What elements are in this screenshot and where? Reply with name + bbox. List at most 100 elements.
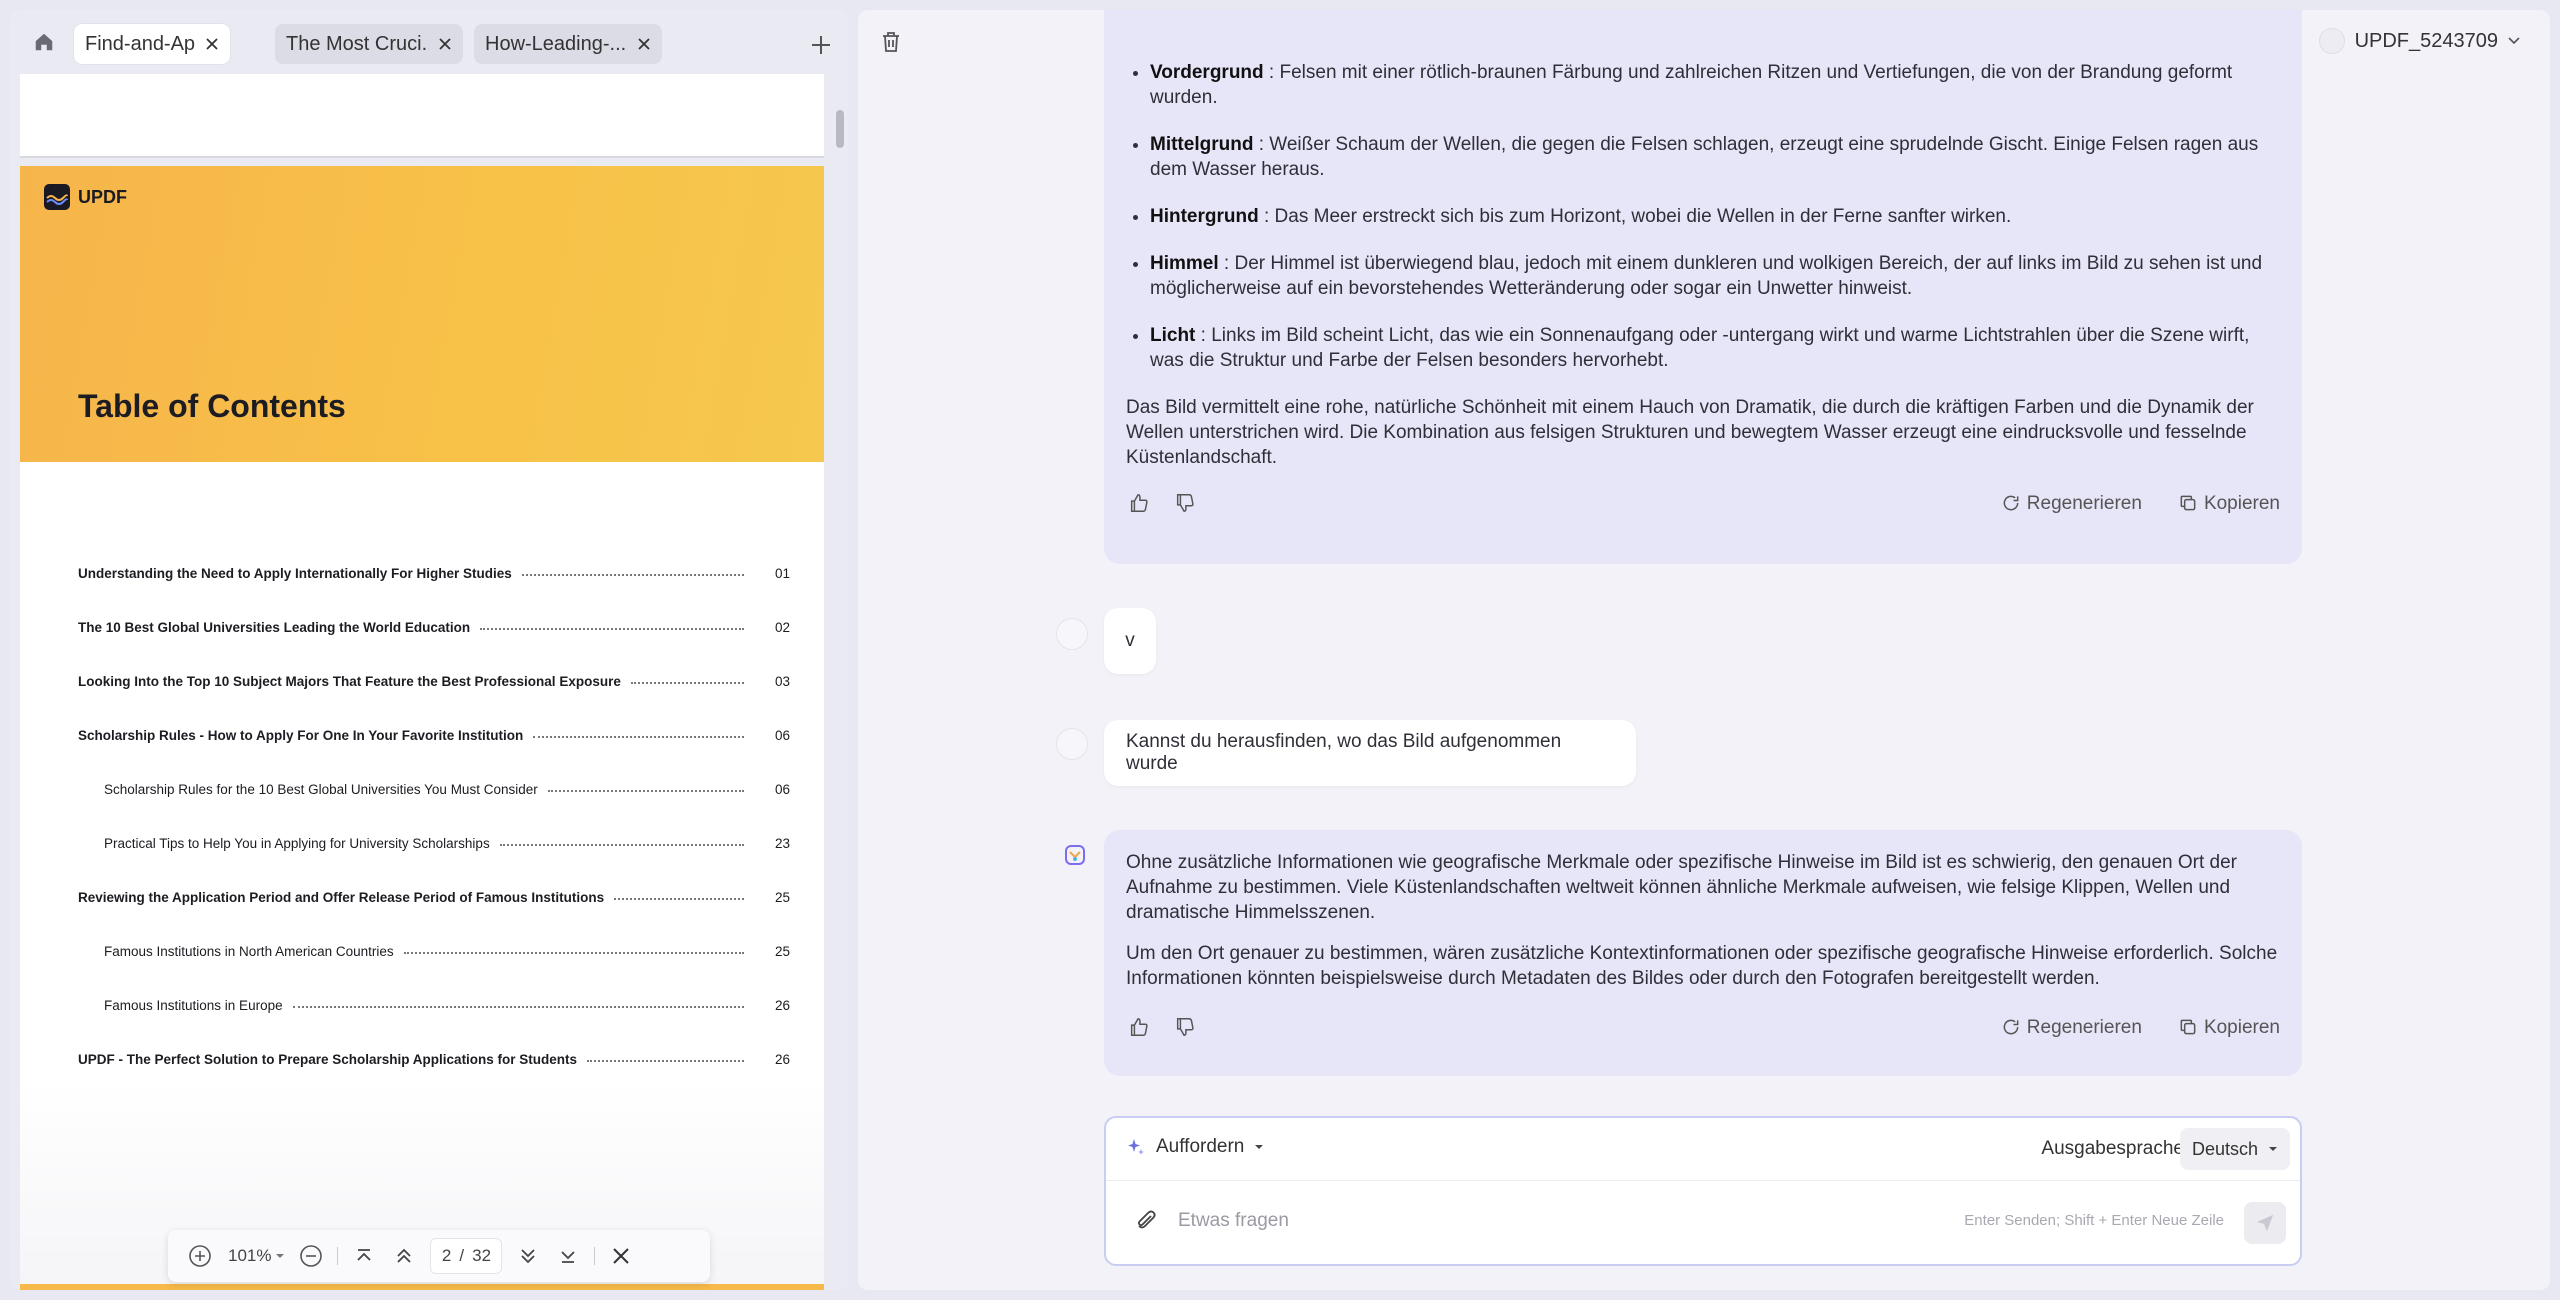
document-viewport[interactable]: UPDF Table of Contents Understanding the… xyxy=(20,74,834,1290)
composer-toolbar: Auffordern Ausgabesprache Deutsch xyxy=(1106,1118,2300,1181)
close-icon[interactable] xyxy=(437,36,453,52)
send-button[interactable] xyxy=(2244,1202,2286,1244)
bullet-text: : Links im Bild scheint Licht, das wie e… xyxy=(1150,325,2250,371)
bullet-text: : Weißer Schaum der Wellen, die gegen di… xyxy=(1150,134,2259,180)
zoom-out-icon[interactable] xyxy=(297,1242,325,1270)
close-icon[interactable] xyxy=(204,36,220,52)
toc-entry-title: Famous Institutions in Europe xyxy=(104,997,283,1013)
ai-message-list: Vordergrund : Felsen mit einer rötlich-b… xyxy=(1126,60,2280,373)
regenerate-button[interactable]: Regenerieren xyxy=(2001,1015,2142,1040)
toc-entry[interactable]: Understanding the Need to Apply Internat… xyxy=(78,562,790,584)
ai-chat-panel: UPDF_5243709 Vordergrund : Felsen mit ei… xyxy=(858,10,2550,1290)
message-actions: Regenerieren Kopieren xyxy=(1126,488,2280,518)
toc-entry-title: Famous Institutions in North American Co… xyxy=(104,943,394,959)
toc-entry-page: 02 xyxy=(774,619,790,635)
toc-entry[interactable]: The 10 Best Global Universities Leading … xyxy=(78,616,790,638)
ai-message: Vordergrund : Felsen mit einer rötlich-b… xyxy=(1104,10,2302,564)
toc-leader xyxy=(614,898,744,900)
zoom-level[interactable]: 101% xyxy=(228,1246,271,1266)
avatar xyxy=(2318,28,2345,54)
tab-document-3[interactable]: How-Leading-... xyxy=(474,24,662,64)
user-menu[interactable]: UPDF_5243709 xyxy=(2318,28,2520,54)
toc-subentry[interactable]: Scholarship Rules for the 10 Best Global… xyxy=(104,778,790,800)
toc-entry[interactable]: Scholarship Rules - How to Apply For One… xyxy=(78,724,790,746)
bullet-term: Licht xyxy=(1150,325,1196,346)
regenerate-button[interactable]: Regenerieren xyxy=(2001,491,2142,516)
thumbs-down-icon[interactable] xyxy=(1172,1014,1198,1040)
copy-button[interactable]: Kopieren xyxy=(2178,491,2280,516)
toc-leader xyxy=(499,844,744,846)
avatar xyxy=(1056,728,1088,760)
toc-subentry[interactable]: Practical Tips to Help You in Applying f… xyxy=(104,832,790,854)
toc-subentry[interactable]: Famous Institutions in North American Co… xyxy=(104,940,790,962)
last-page-icon[interactable] xyxy=(554,1242,582,1270)
toc-entry-title: Practical Tips to Help You in Applying f… xyxy=(104,835,490,851)
toc-entry-title: Understanding the Need to Apply Internat… xyxy=(78,565,512,581)
thumbs-up-icon[interactable] xyxy=(1126,490,1152,516)
chevron-down-icon xyxy=(2508,37,2520,45)
toc-entry[interactable]: Reviewing the Application Period and Off… xyxy=(78,886,790,908)
zoom-toolbar: 101% 2 / 32 xyxy=(168,1230,710,1282)
trash-icon[interactable] xyxy=(880,30,906,56)
toc-entry-page: 06 xyxy=(774,727,790,743)
zoom-in-icon[interactable] xyxy=(186,1242,214,1270)
chevron-down-icon[interactable] xyxy=(271,1242,289,1270)
language-value: Deutsch xyxy=(2191,1138,2259,1159)
document-scrollbar[interactable] xyxy=(836,110,844,148)
thumbs-up-icon[interactable] xyxy=(1126,1014,1152,1040)
updf-logo-icon xyxy=(44,184,70,210)
current-page: 2 xyxy=(441,1246,452,1265)
regenerate-label: Regenerieren xyxy=(2026,1016,2142,1038)
close-icon[interactable] xyxy=(607,1242,635,1270)
prompt-dropdown[interactable]: Auffordern xyxy=(1126,1136,1264,1158)
keyboard-hint: Enter Senden; Shift + Enter Neue Zeile xyxy=(1964,1212,2224,1229)
output-language-label: Ausgabesprache xyxy=(2041,1138,2184,1159)
thumbs-down-icon[interactable] xyxy=(1172,490,1198,516)
caret-down-icon xyxy=(2269,1147,2278,1151)
list-item: Himmel : Der Himmel ist überwiegend blau… xyxy=(1150,251,2280,301)
toc-entry-page: 26 xyxy=(774,997,790,1013)
toc-entry-title: Reviewing the Application Period and Off… xyxy=(78,889,605,905)
ai-message-paragraph: Das Bild vermittelt eine rohe, natürlich… xyxy=(1126,397,2254,468)
toc-entry[interactable]: UPDF - The Perfect Solution to Prepare S… xyxy=(78,1048,790,1070)
copy-button[interactable]: Kopieren xyxy=(2178,1015,2280,1040)
add-tab-icon[interactable] xyxy=(810,34,832,56)
toc-leader xyxy=(630,682,744,684)
divider xyxy=(594,1247,596,1265)
tab-document-1[interactable]: Find-and-Appl... xyxy=(74,24,230,64)
previous-page-icon[interactable] xyxy=(390,1242,418,1270)
page-number-input[interactable]: 2 / 32 xyxy=(430,1238,503,1274)
paperclip-icon[interactable] xyxy=(1134,1208,1160,1234)
bullet-text: : Der Himmel ist überwiegend blau, jedoc… xyxy=(1150,253,2263,299)
toc-leader xyxy=(521,574,744,576)
home-icon[interactable] xyxy=(30,28,58,56)
tab-bar: Find-and-Appl... The Most Cruci... How-L… xyxy=(10,10,848,74)
language-select[interactable]: Deutsch xyxy=(2180,1128,2290,1170)
toc-entry-title: The 10 Best Global Universities Leading … xyxy=(78,619,471,635)
sparkle-icon xyxy=(1128,1139,1144,1155)
close-icon[interactable] xyxy=(636,36,652,52)
toc-entry[interactable]: Looking Into the Top 10 Subject Majors T… xyxy=(78,670,790,692)
first-page-icon[interactable] xyxy=(350,1242,378,1270)
user-message-text: Kannst du herausfinden, wo das Bild aufg… xyxy=(1126,731,1562,774)
send-icon xyxy=(2256,1214,2274,1232)
list-item: Mittelgrund : Weißer Schaum der Wellen, … xyxy=(1150,132,2280,182)
toc-entry-title: Looking Into the Top 10 Subject Majors T… xyxy=(78,673,621,689)
user-message: v xyxy=(1104,608,1156,674)
avatar xyxy=(1056,618,1088,650)
total-pages: 32 xyxy=(472,1246,492,1265)
ai-message-paragraph: Um den Ort genauer zu bestimmen, wären z… xyxy=(1126,943,2278,989)
chat-input[interactable] xyxy=(1176,1198,1940,1244)
toc-leader xyxy=(547,790,744,792)
next-page-icon[interactable] xyxy=(514,1242,542,1270)
ai-assistant-icon xyxy=(1064,844,1086,866)
toc-cover-banner: UPDF Table of Contents xyxy=(20,166,824,462)
bullet-text: : Felsen mit einer rötlich-braunen Färbu… xyxy=(1150,62,2233,108)
user-message-text: v xyxy=(1125,630,1135,651)
document-panel: Find-and-Appl... The Most Cruci... How-L… xyxy=(10,10,848,1290)
toc-subentry[interactable]: Famous Institutions in Europe 26 xyxy=(104,994,790,1016)
page-separator: / xyxy=(459,1246,465,1265)
tab-document-2[interactable]: The Most Cruci... xyxy=(275,24,463,64)
toc-leader xyxy=(587,1060,744,1062)
tab-label: The Most Cruci... xyxy=(286,32,429,55)
